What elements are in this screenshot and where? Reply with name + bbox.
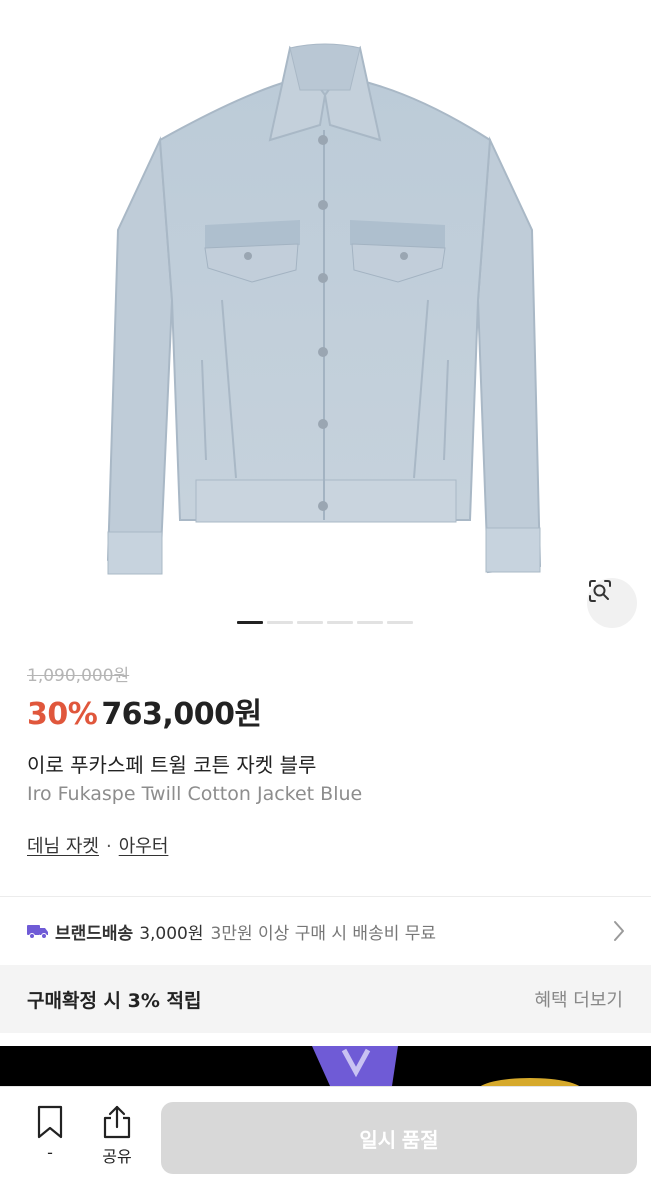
- product-name-korean: 이로 푸카스페 트윌 코튼 자켓 블루: [27, 753, 317, 777]
- price-row: 30% 763,000원: [27, 689, 262, 733]
- benefit-more-link[interactable]: 혜택 더보기: [534, 986, 623, 1012]
- category-link-denim-jacket[interactable]: 데님 자켓: [27, 836, 99, 857]
- gallery-dot[interactable]: [357, 621, 383, 624]
- product-image: [106, 43, 542, 575]
- gallery-dot[interactable]: [327, 621, 353, 624]
- original-price: 1,090,000원: [27, 666, 130, 686]
- lens-search-button[interactable]: [587, 578, 637, 628]
- share-icon: [103, 1105, 131, 1139]
- gallery-dot[interactable]: [297, 621, 323, 624]
- category-link-outer[interactable]: 아우터: [119, 836, 169, 857]
- gallery-dot[interactable]: [267, 621, 293, 624]
- category-breadcrumb: 데님 자켓 · 아우터: [27, 832, 168, 858]
- category-separator: ·: [105, 836, 112, 857]
- shipping-note: 3만원 이상 구매 시 배송비 무료: [210, 923, 437, 944]
- truck-icon: [27, 925, 48, 939]
- section-divider: [0, 896, 651, 897]
- bookmark-button[interactable]: -: [30, 1105, 70, 1162]
- promo-banner[interactable]: [0, 1046, 651, 1086]
- shipping-fee: 3,000원: [139, 923, 204, 944]
- gallery-pagination: [237, 621, 413, 624]
- gallery-dot[interactable]: [237, 621, 263, 624]
- shipping-info-row[interactable]: 브랜드배송 3,000원 3만원 이상 구매 시 배송비 무료: [0, 898, 651, 964]
- share-button[interactable]: 공유: [96, 1105, 138, 1167]
- product-name-english: Iro Fukaspe Twill Cotton Jacket Blue: [27, 783, 363, 805]
- promo-banner-graphic: [312, 1046, 580, 1086]
- sale-price: 763,000원: [101, 697, 262, 732]
- shipping-brand-label: 브랜드배송: [55, 923, 134, 944]
- benefit-row: 구매확정 시 3% 적립 혜택 더보기: [0, 965, 651, 1033]
- bottom-action-bar: - 공유 일시 품절: [0, 1086, 651, 1200]
- product-image-gallery[interactable]: [0, 0, 651, 650]
- discount-rate: 30%: [27, 697, 98, 732]
- benefit-title: 구매확정 시 3% 적립: [27, 989, 202, 1012]
- share-label: 공유: [102, 1147, 132, 1166]
- bookmark-count: -: [47, 1143, 53, 1162]
- bookmark-icon: [37, 1105, 63, 1139]
- sold-out-button[interactable]: 일시 품절: [161, 1102, 637, 1174]
- chevron-right-icon: [614, 921, 624, 941]
- lens-search-icon: [589, 580, 611, 602]
- gallery-dot[interactable]: [387, 621, 413, 624]
